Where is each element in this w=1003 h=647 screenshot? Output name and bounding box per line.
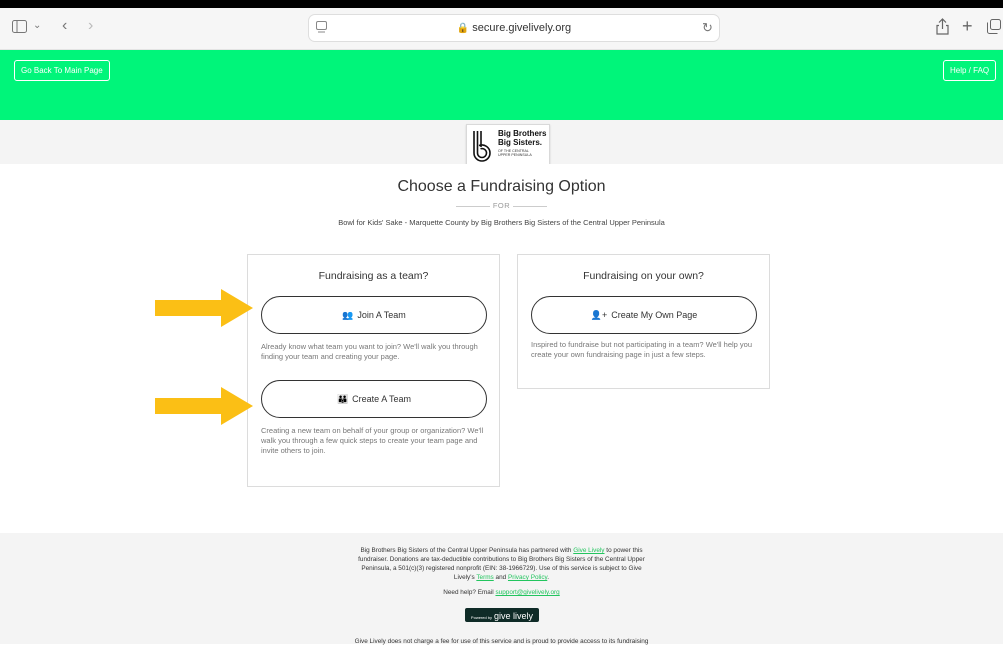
divider-line-right	[513, 205, 548, 207]
logo-line-2: Big Sisters.	[498, 138, 543, 147]
create-own-page-button[interactable]: 👤+ Create My Own Page	[531, 296, 757, 334]
site-header: Go Back To Main Page Help / FAQ	[0, 50, 1003, 120]
divider-line-left	[455, 205, 490, 207]
chevron-down-icon[interactable]: ⌄	[33, 21, 41, 31]
campaign-subtitle: Bowl for Kids' Sake - Marquette County b…	[338, 218, 665, 227]
url-display[interactable]: 🔒 secure.givelively.org	[309, 22, 719, 34]
own-card: Fundraising on your own? 👤+ Create My Own…	[517, 254, 770, 389]
logo-line-4: UPPER PENINSULA	[498, 153, 532, 157]
footer-text: to power this	[606, 547, 643, 554]
back-to-main-button[interactable]: Go Back To Main Page	[14, 60, 110, 81]
create-team-description: Creating a new team on behalf of your gr…	[261, 426, 484, 455]
badge-brand-text: give lively	[494, 611, 534, 621]
page-title: Choose a Fundraising Option	[397, 178, 606, 195]
footer-line-1: Big Brothers Big Sisters of the Central …	[0, 547, 1003, 556]
bbbs-logo-icon	[473, 131, 491, 162]
own-card-heading: Fundraising on your own?	[583, 270, 704, 282]
join-team-description: Already know what team you want to join?…	[261, 342, 478, 361]
team-card: Fundraising as a team? 👥 Join A Team Alre…	[247, 254, 500, 487]
plus-icon[interactable]: +	[962, 17, 973, 35]
footer-line-2: fundraiser. Donations are tax-deductible…	[358, 556, 645, 563]
back-icon[interactable]: ‹	[62, 18, 67, 34]
for-divider: FOR	[0, 201, 1003, 210]
team-card-heading: Fundraising as a team?	[318, 270, 429, 282]
create-team-button[interactable]: 👪 Create A Team	[261, 380, 487, 418]
url-text: secure.givelively.org	[472, 22, 572, 34]
terms-link[interactable]: Terms	[476, 574, 493, 581]
sidebar-icon[interactable]	[12, 20, 27, 36]
support-email-link[interactable]: support@givelively.org	[495, 589, 559, 596]
footer-help: Need help? Email support@givelively.org	[0, 589, 1003, 598]
arrow-annotation-icon	[155, 289, 253, 327]
logo-line-1: Big Brothers	[498, 129, 547, 138]
browser-toolbar: ⌄ ‹ › 🔒 secure.givelively.org ↻ +	[0, 8, 1003, 50]
join-team-button[interactable]: 👥 Join A Team	[261, 296, 487, 334]
join-team-label: Join A Team	[357, 310, 406, 320]
footer-text: .	[547, 574, 550, 581]
forward-icon[interactable]: ›	[88, 18, 93, 34]
footer-text: Lively's	[453, 574, 475, 581]
people-icon: 👥	[342, 310, 354, 320]
help-faq-button[interactable]: Help / FAQ	[943, 60, 997, 81]
footer-line-3: Peninsula, a 501(c)(3) registered nonpro…	[361, 565, 642, 572]
footer-bottom-line: Give Lively does not charge a fee for us…	[354, 638, 649, 645]
powered-by-badge[interactable]: Powered by give lively	[465, 608, 539, 622]
badge-small-text: Powered by	[470, 615, 493, 620]
create-own-page-label: Create My Own Page	[611, 310, 698, 320]
footer-line-4: Lively's Terms and Privacy Policy.	[0, 574, 1003, 583]
footer-text: and	[495, 574, 507, 581]
screen-top-bar	[0, 0, 1003, 8]
share-icon[interactable]	[936, 18, 949, 38]
url-bar[interactable]: 🔒 secure.givelively.org ↻	[308, 14, 720, 42]
users-icon: 👪	[336, 394, 349, 404]
help-text: Need help? Email	[443, 589, 494, 596]
tabs-icon[interactable]	[987, 19, 1001, 37]
arrow-annotation-icon	[155, 387, 253, 425]
user-plus-icon: 👤+	[590, 310, 608, 320]
create-team-label: Create A Team	[352, 394, 412, 404]
give-lively-link[interactable]: Give Lively	[573, 547, 604, 554]
create-own-page-description: Inspired to fundraise but not participat…	[531, 340, 753, 359]
org-logo: Big Brothers Big Sisters. OF THE CENTRAL…	[466, 124, 550, 166]
privacy-policy-link[interactable]: Privacy Policy	[508, 574, 547, 581]
for-label: FOR	[492, 201, 511, 210]
reload-icon[interactable]: ↻	[702, 21, 713, 34]
lock-icon: 🔒	[456, 23, 470, 34]
footer-text: Big Brothers Big Sisters of the Central …	[360, 547, 572, 554]
